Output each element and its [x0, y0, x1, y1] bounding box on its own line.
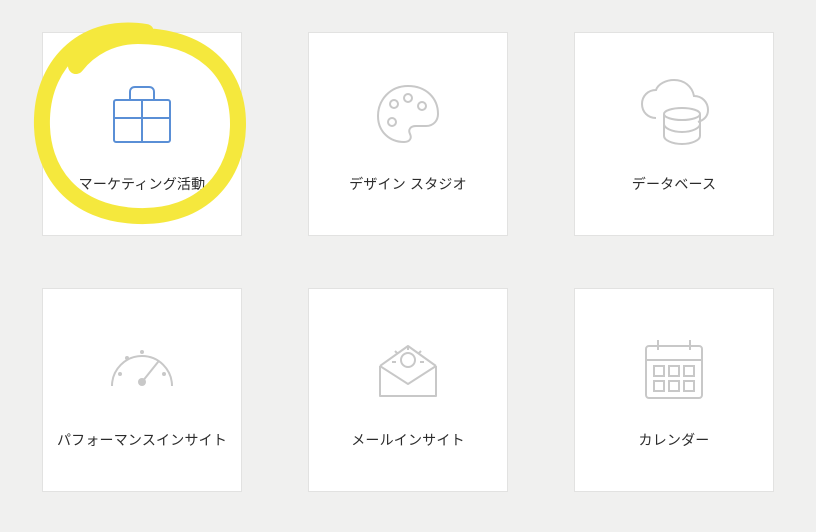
tile-grid: マーケティング活動 デザイン スタジオ: [0, 0, 816, 492]
briefcase-icon: [102, 74, 182, 154]
tile-calendar[interactable]: カレンダー: [574, 288, 774, 492]
cloud-database-icon: [634, 74, 714, 154]
tile-email-insights[interactable]: メールインサイト: [308, 288, 508, 492]
tile-database[interactable]: データベース: [574, 32, 774, 236]
gauge-icon: [102, 330, 182, 410]
tile-label: データベース: [632, 174, 717, 194]
tile-label: マーケティング活動: [79, 174, 206, 194]
mail-idea-icon: [368, 330, 448, 410]
tile-label: メールインサイト: [351, 430, 465, 450]
tile-design-studio[interactable]: デザイン スタジオ: [308, 32, 508, 236]
palette-icon: [368, 74, 448, 154]
tile-label: カレンダー: [639, 430, 710, 450]
tile-marketing-activities[interactable]: マーケティング活動: [42, 32, 242, 236]
tile-label: デザイン スタジオ: [349, 174, 467, 194]
tile-performance-insights[interactable]: パフォーマンスインサイト: [42, 288, 242, 492]
tile-label: パフォーマンスインサイト: [57, 430, 227, 450]
calendar-icon: [634, 330, 714, 410]
